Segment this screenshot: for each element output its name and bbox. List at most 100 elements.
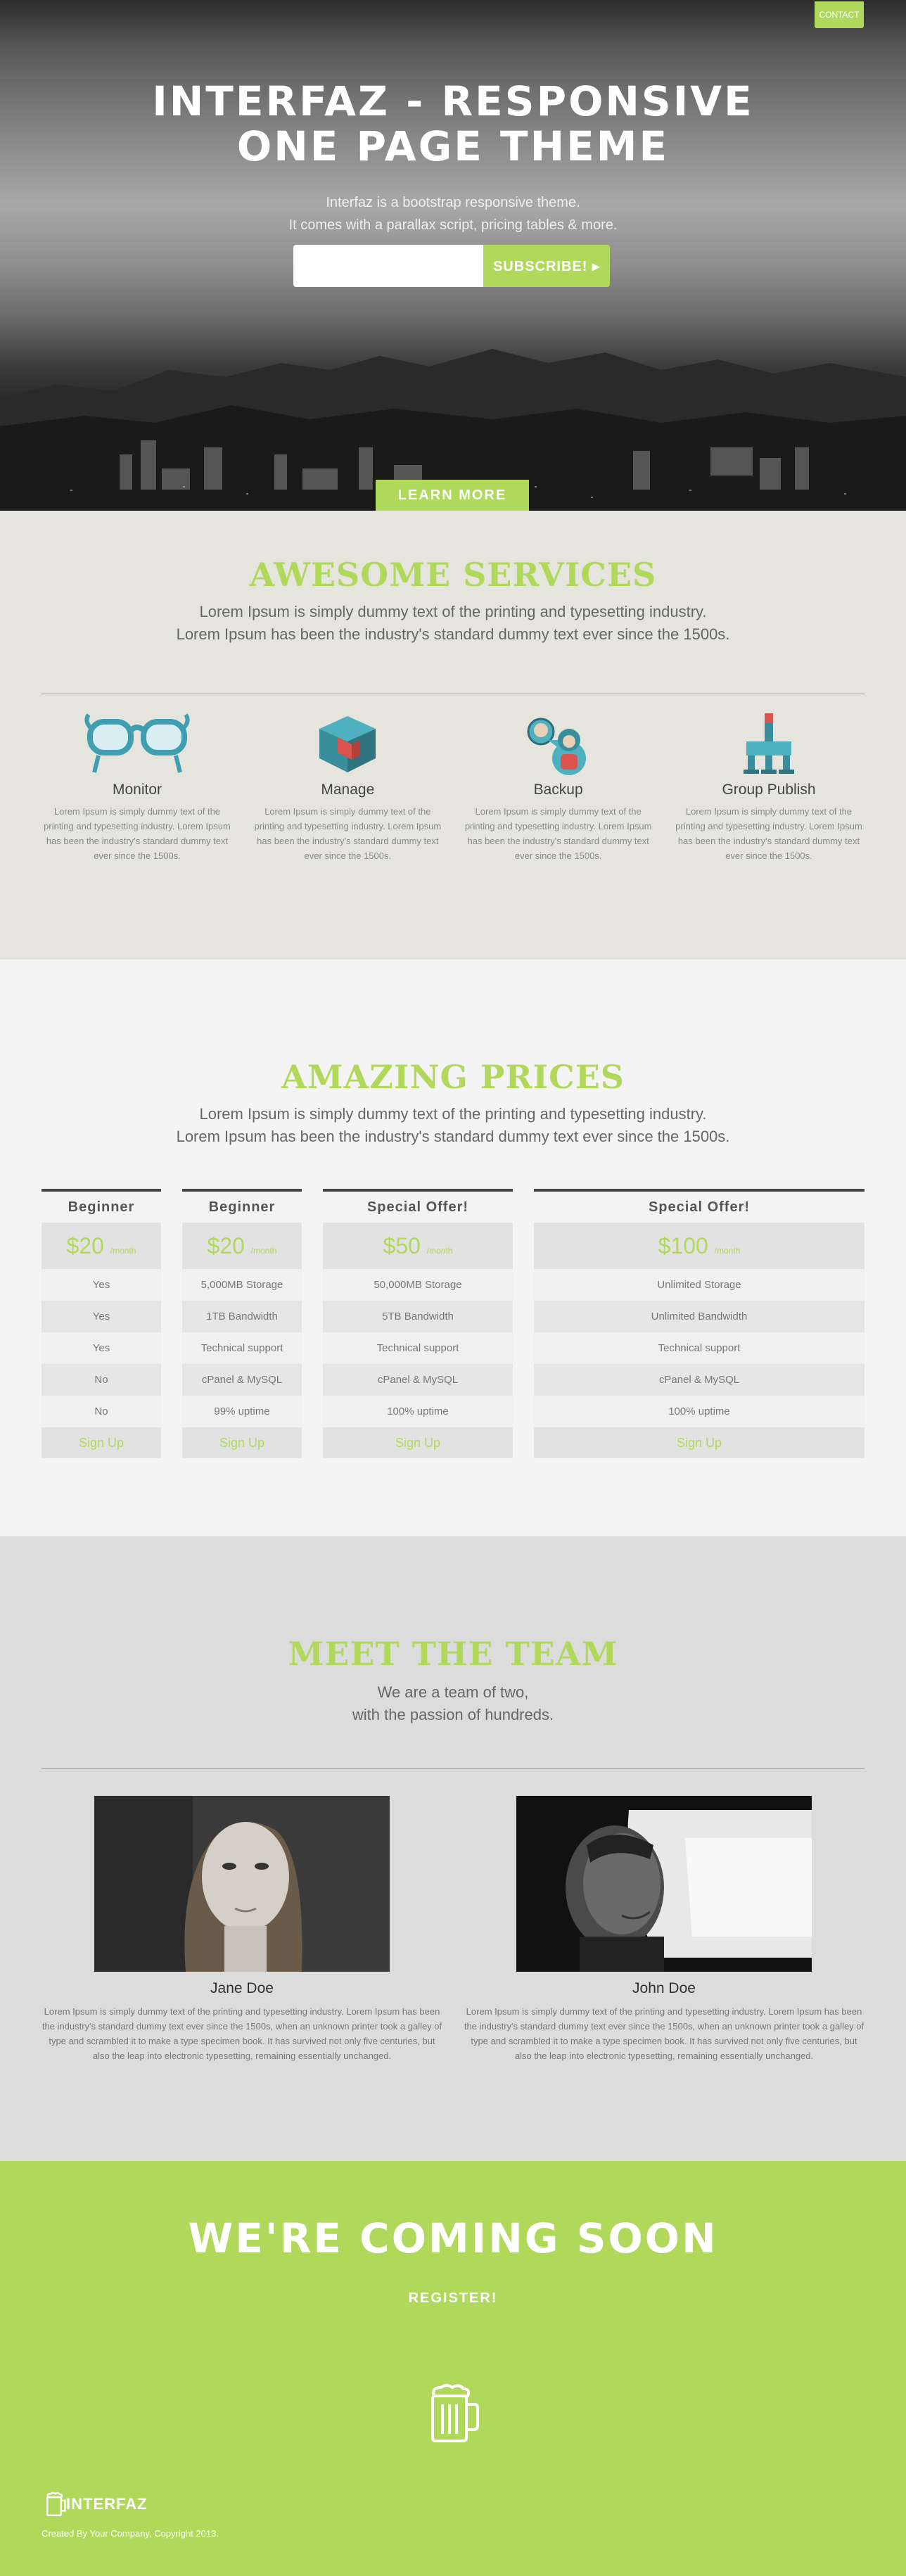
subscribe-button[interactable]: SUBSCRIBE! ▸	[483, 245, 610, 287]
plan-name: Special Offer!	[534, 1192, 864, 1223]
member-bio: Lorem Ipsum is simply dummy text of the …	[42, 2006, 442, 2061]
avatar	[516, 1796, 812, 1972]
plan-name: Beginner	[182, 1192, 302, 1223]
hero-title: INTERFAZ - RESPONSIVE ONE PAGE THEME	[0, 79, 906, 169]
prices-section: AMAZING PRICES Lorem Ipsum is simply dum…	[0, 959, 906, 1536]
pricing-table: Special Offer! $50 /month 50,000MB Stora…	[323, 1189, 513, 1458]
sign-up-link[interactable]: Sign Up	[42, 1427, 161, 1458]
plan-price: $50 /month	[323, 1223, 513, 1269]
logo-mug-icon	[46, 2492, 66, 2517]
service-description: Lorem Ipsum is simply dummy text of the …	[44, 806, 231, 861]
plan-feature: 100% uptime	[323, 1396, 513, 1427]
price-amount: $20	[207, 1233, 245, 1258]
plan-feature: 50,000MB Storage	[323, 1269, 513, 1301]
price-amount: $100	[658, 1233, 708, 1258]
glasses-icon	[42, 711, 233, 776]
plan-feature: cPanel & MySQL	[323, 1364, 513, 1396]
pricing-table: Beginner $20 /month 5,000MB Storage 1TB …	[182, 1189, 302, 1458]
hero-subtitle-line2: It comes with a parallax script, pricing…	[288, 217, 618, 233]
member-name: John Doe	[632, 1980, 696, 1996]
plan-feature: Technical support	[534, 1332, 864, 1364]
service-item-backup: Backup Lorem Ipsum is simply dummy text …	[463, 711, 654, 863]
services-title: AWESOME SERVICES	[249, 556, 657, 594]
plan-name: Beginner	[42, 1192, 161, 1223]
team-member: John Doe Lorem Ipsum is simply dummy tex…	[464, 1796, 864, 2063]
plan-feature: No	[42, 1364, 161, 1396]
plan-feature: 5TB Bandwidth	[323, 1301, 513, 1332]
plan-feature: 1TB Bandwidth	[182, 1301, 302, 1332]
coming-soon-section: WE'RE COMING SOON REGISTER! INTERFAZ Cre…	[0, 2161, 906, 2576]
team-subtitle-line2: with the passion of hundreds.	[352, 1706, 554, 1723]
service-item-manage: Manage Lorem Ipsum is simply dummy text …	[252, 711, 443, 863]
hero-title-line2: ONE PAGE THEME	[236, 122, 670, 170]
hero-subtitle: Interfaz is a bootstrap responsive theme…	[0, 191, 906, 236]
hero-subtitle-line1: Interfaz is a bootstrap responsive theme…	[326, 195, 580, 210]
hero-section: CONTACT INTERFAZ - RESPONSIVE ONE PAGE T…	[0, 0, 906, 511]
plan-feature: 99% uptime	[182, 1396, 302, 1427]
city-landscape-image	[0, 349, 906, 511]
services-section: AWESOME SERVICES Lorem Ipsum is simply d…	[0, 511, 906, 959]
plan-name: Special Offer!	[323, 1192, 513, 1223]
member-name: Jane Doe	[210, 1980, 274, 1996]
pricing-table: Special Offer! $100 /month Unlimited Sto…	[534, 1189, 864, 1458]
plan-price: $100 /month	[534, 1223, 864, 1269]
contact-button[interactable]: CONTACT	[815, 1, 864, 28]
register-link[interactable]: REGISTER!	[0, 2290, 906, 2307]
team-title: MEET THE TEAM	[288, 1635, 618, 1673]
pricing-tables: Beginner $20 /month Yes Yes Yes No No Si…	[42, 1189, 864, 1458]
prices-title: AMAZING PRICES	[281, 1058, 625, 1096]
team-subtitle: We are a team of two, with the passion o…	[0, 1681, 906, 1726]
logo-text: INTERFAZ	[66, 2495, 148, 2513]
team-member: Jane Doe Lorem Ipsum is simply dummy tex…	[42, 1796, 442, 2063]
service-name: Backup	[533, 782, 583, 798]
sign-up-link[interactable]: Sign Up	[182, 1427, 302, 1458]
price-unit: /month	[250, 1246, 277, 1256]
plan-feature: 100% uptime	[534, 1396, 864, 1427]
service-name: Monitor	[112, 782, 162, 798]
plan-feature: Yes	[42, 1269, 161, 1301]
people-icon	[463, 711, 654, 776]
team-section: MEET THE TEAM We are a team of two, with…	[0, 1536, 906, 2161]
services-list: Monitor Lorem Ipsum is simply dummy text…	[42, 711, 864, 863]
service-item-monitor: Monitor Lorem Ipsum is simply dummy text…	[42, 711, 233, 863]
plan-feature: Technical support	[182, 1332, 302, 1364]
plan-feature: No	[42, 1396, 161, 1427]
price-unit: /month	[714, 1246, 741, 1256]
team-members: Jane Doe Lorem Ipsum is simply dummy tex…	[42, 1796, 864, 2063]
logo[interactable]: INTERFAZ	[45, 2492, 148, 2517]
plan-feature: 5,000MB Storage	[182, 1269, 302, 1301]
member-bio: Lorem Ipsum is simply dummy text of the …	[464, 2006, 864, 2061]
sign-up-link[interactable]: Sign Up	[323, 1427, 513, 1458]
plan-feature: Unlimited Storage	[534, 1269, 864, 1301]
learn-more-button[interactable]: LEARN MORE	[376, 480, 529, 511]
avatar	[94, 1796, 390, 1972]
price-amount: $50	[383, 1233, 421, 1258]
team-divider	[42, 1768, 864, 1769]
sign-up-link[interactable]: Sign Up	[534, 1427, 864, 1458]
coming-soon-title: WE'RE COMING SOON	[188, 2214, 718, 2262]
pricing-table: Beginner $20 /month Yes Yes Yes No No Si…	[42, 1189, 161, 1458]
subscribe-form: SUBSCRIBE! ▸	[293, 245, 610, 287]
service-description: Lorem Ipsum is simply dummy text of the …	[675, 806, 862, 861]
service-name: Manage	[321, 782, 375, 798]
copyright-text: Created By Your Company, Copyright 2013.	[42, 2528, 219, 2539]
price-unit: /month	[426, 1246, 453, 1256]
services-subtitle: Lorem Ipsum is simply dummy text of the …	[0, 601, 906, 646]
plan-price: $20 /month	[182, 1223, 302, 1269]
team-subtitle-line1: We are a team of two,	[377, 1683, 529, 1701]
services-subtitle-line2: Lorem Ipsum has been the industry's stan…	[176, 625, 730, 643]
service-description: Lorem Ipsum is simply dummy text of the …	[254, 806, 442, 861]
prices-subtitle-line2: Lorem Ipsum has been the industry's stan…	[176, 1128, 730, 1145]
network-icon	[673, 711, 864, 776]
plan-feature: cPanel & MySQL	[182, 1364, 302, 1396]
plan-price: $20 /month	[42, 1223, 161, 1269]
prices-subtitle: Lorem Ipsum is simply dummy text of the …	[0, 1103, 906, 1148]
services-subtitle-line1: Lorem Ipsum is simply dummy text of the …	[199, 603, 707, 620]
service-name: Group Publish	[722, 782, 816, 798]
price-amount: $20	[66, 1233, 104, 1258]
plan-feature: Technical support	[323, 1332, 513, 1364]
hero-title-line1: INTERFAZ - RESPONSIVE	[152, 77, 754, 125]
plan-feature: Unlimited Bandwidth	[534, 1301, 864, 1332]
email-input[interactable]	[293, 245, 483, 287]
beer-mug-icon	[427, 2383, 479, 2447]
